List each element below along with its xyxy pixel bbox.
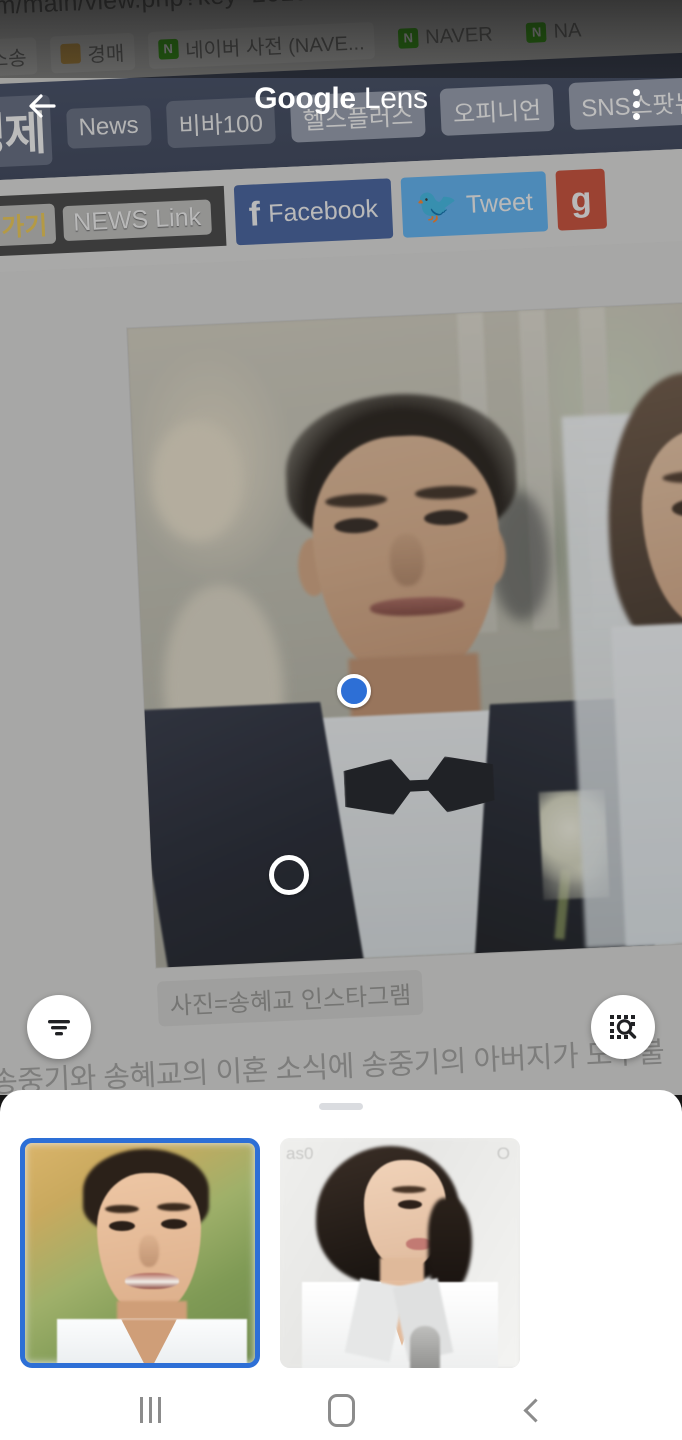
thumbnail-smile (125, 1273, 179, 1289)
share-button-facebook-label: Facebook (267, 194, 379, 228)
photo-groom-nose (388, 533, 426, 587)
unselected-detection-dot[interactable] (269, 855, 309, 895)
results-bottom-sheet: as0 O (0, 1090, 682, 1380)
camera-viewfinder-scene: om/main/view.php?key=201907030002 소송 경매 … (0, 0, 682, 1095)
share-button-twitter-label: Tweet (465, 187, 534, 219)
lens-top-bar: Google Lens (0, 78, 682, 130)
photographed-monitor: om/main/view.php?key=201907030002 소송 경매 … (0, 0, 682, 1095)
back-chevron (522, 1397, 548, 1423)
thumbnail-backdrop-text-right: O (496, 1144, 510, 1163)
article-paragraph: 송중기와 송혜교의 이혼 소식에 송중기의 아버지가 도무불 (0, 1036, 665, 1095)
share-button-googleplus[interactable]: g (555, 168, 607, 231)
page-title: Google Lens (0, 82, 682, 116)
thumbnail-eye (161, 1219, 187, 1229)
overflow-dot (632, 88, 640, 96)
photo-caption: 사진=송혜교 인스타그램 (156, 969, 425, 1027)
thumbnail-microphone (410, 1326, 440, 1368)
twitter-bird-icon: 🐦 (415, 186, 460, 227)
thumbnail-eye (398, 1200, 422, 1209)
thumbnail-brow (392, 1186, 426, 1193)
system-navigation-bar (0, 1380, 682, 1440)
thumbnail-brow (105, 1205, 139, 1213)
share-button-twitter[interactable]: 🐦 Tweet (400, 171, 549, 238)
overflow-dot (632, 112, 640, 120)
phone-screen: om/main/view.php?key=201907030002 소송 경매 … (0, 0, 682, 1440)
drag-handle[interactable] (319, 1103, 363, 1110)
page-title-lens: Lens (363, 82, 428, 115)
filter-tune-icon[interactable] (27, 995, 91, 1059)
thumbnail-brow (157, 1203, 191, 1211)
recents-bars (139, 1397, 161, 1423)
thumbnail-nose (139, 1235, 159, 1267)
article-body: 사진=송혜교 인스타그램 송중기와 송혜교의 이혼 소식에 송중기의 아버지가 … (0, 237, 682, 1095)
home-icon[interactable] (281, 1380, 401, 1440)
share-button-embed[interactable]: 퍼가기 (0, 203, 57, 248)
share-button-group: 퍼가기 NEWS Link (0, 185, 227, 258)
thumbnail-backdrop-text-left: as0 (286, 1144, 314, 1163)
google-plus-icon: g (569, 180, 593, 220)
overflow-dot (632, 100, 640, 108)
article-photo (127, 302, 682, 968)
top-darkening-gradient (0, 0, 682, 78)
selected-detection-dot[interactable] (337, 674, 371, 708)
page-title-google: Google (254, 82, 356, 115)
facebook-f-icon: f (248, 195, 262, 234)
thumbnail-image: as0 O (280, 1138, 520, 1368)
thumbnail-image (25, 1143, 255, 1363)
overflow-menu-icon[interactable] (622, 82, 650, 126)
share-button-news-link[interactable]: NEWS Link (62, 198, 212, 241)
result-thumbnail-woman[interactable]: as0 O (280, 1138, 520, 1368)
search-in-image-icon[interactable] (591, 995, 655, 1059)
result-thumbnail-row: as0 O (0, 1138, 682, 1368)
result-thumbnail-man[interactable] (20, 1138, 260, 1368)
thumbnail-eye (109, 1221, 135, 1231)
recents-icon[interactable] (90, 1380, 210, 1440)
system-back-icon[interactable] (472, 1380, 592, 1440)
home-square (327, 1393, 355, 1427)
share-button-facebook[interactable]: f Facebook (233, 178, 394, 246)
